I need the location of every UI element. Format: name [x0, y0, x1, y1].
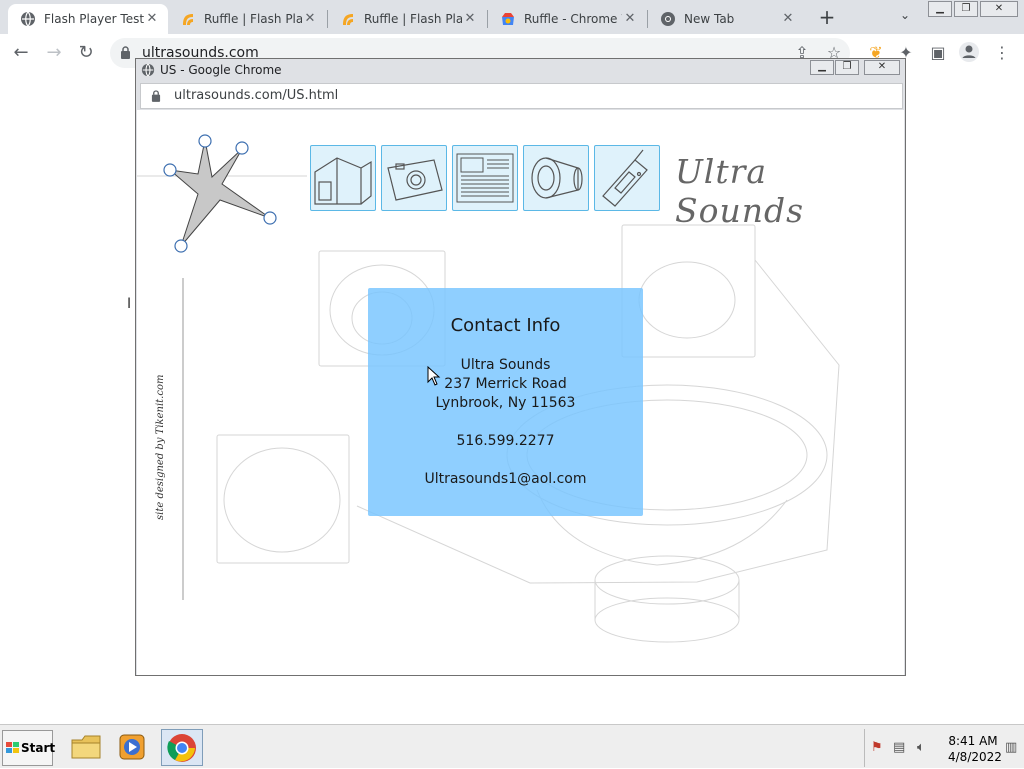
popup-title: US - Google Chrome — [160, 63, 282, 77]
ruffle-icon — [343, 14, 353, 25]
clock-time: 8:41 AM — [948, 734, 998, 748]
star-logo-icon — [163, 134, 277, 253]
taskbar-explorer-button[interactable] — [65, 729, 107, 766]
camera-icon — [387, 159, 443, 201]
brand-logo-text[interactable]: Ultra Sounds — [675, 152, 904, 230]
popup-window: US - Google Chrome ▁ ❐ ✕ ultrasounds.com… — [135, 58, 906, 676]
nav-newspaper-button[interactable] — [452, 145, 518, 211]
windows-flag-icon — [6, 742, 19, 753]
minimize-button[interactable]: ▁ — [928, 1, 952, 17]
tab-flash-player-test[interactable]: Flash Player Test ✕ — [8, 4, 168, 34]
start-button[interactable]: Start — [2, 730, 56, 766]
folder-icon — [71, 735, 101, 759]
site-credit[interactable]: site designed by Tikenit.com — [155, 375, 166, 520]
close-window-button[interactable]: ✕ — [980, 1, 1018, 17]
chrome-icon — [661, 12, 675, 26]
ruffle-icon — [183, 14, 193, 25]
mouse-pointer-icon — [427, 366, 441, 386]
popup-close-button[interactable]: ✕ — [864, 60, 900, 75]
show-desktop-icon[interactable]: ▥ — [1005, 740, 1021, 756]
newspaper-icon — [456, 153, 514, 203]
nav-house-button[interactable] — [310, 145, 376, 211]
nav-speaker-button[interactable] — [523, 145, 589, 211]
restore-button[interactable]: ❐ — [954, 1, 978, 17]
contact-heading: Contact Info — [450, 315, 561, 336]
profile-avatar-icon[interactable] — [958, 41, 980, 63]
tab-ruffle-1[interactable]: Ruffle | Flash Play ✕ — [168, 4, 326, 34]
network-icon[interactable]: ▤ — [893, 740, 909, 756]
speaker-icon — [531, 157, 583, 199]
new-tab-plus-icon[interactable]: + — [816, 7, 838, 29]
action-center-flag-icon[interactable]: ⚑ — [871, 740, 887, 756]
close-icon[interactable]: ✕ — [302, 11, 318, 27]
contact-info-panel: Contact Info Ultra Sounds 237 Merrick Ro… — [368, 288, 643, 516]
back-arrow-icon[interactable]: ← — [10, 42, 32, 64]
webstore-icon — [502, 13, 514, 25]
clock-date: 4/8/2022 — [948, 750, 1002, 764]
media-player-icon — [119, 734, 145, 760]
chrome-icon — [167, 734, 196, 762]
popup-address-bar[interactable]: ultrasounds.com/US.html — [140, 83, 903, 109]
taskbar-media-player-button[interactable] — [112, 729, 154, 766]
tab-ruffle-2[interactable]: Ruffle | Flash Play ✕ — [328, 4, 486, 34]
start-label: Start — [21, 741, 56, 755]
popup-restore-button[interactable]: ❐ — [835, 60, 859, 75]
tab-title: Ruffle | Flash Play — [364, 12, 462, 26]
chevron-down-icon[interactable]: ⌄ — [896, 8, 914, 26]
tab-new-tab[interactable]: New Tab ✕ — [648, 4, 804, 34]
contact-street: 237 Merrick Road — [444, 376, 567, 392]
close-icon[interactable]: ✕ — [622, 11, 638, 27]
side-panel-icon[interactable]: ▣ — [928, 43, 948, 63]
popup-minimize-button[interactable]: ▁ — [810, 60, 834, 75]
taskbar: Start ⚑ ▤ 🔈︎ ▥ — [0, 724, 1024, 768]
close-icon[interactable]: ✕ — [462, 11, 478, 27]
tab-ruffle-chrome[interactable]: Ruffle - Chrome W ✕ — [488, 4, 646, 34]
reload-icon[interactable]: ↻ — [75, 42, 97, 64]
house-icon — [314, 157, 372, 205]
tab-title: Ruffle | Flash Play — [204, 12, 302, 26]
tab-title: New Tab — [684, 12, 735, 26]
popup-address-text: ultrasounds.com/US.html — [174, 88, 339, 103]
close-icon[interactable]: ✕ — [780, 11, 796, 27]
nav-camera-button[interactable] — [381, 145, 447, 211]
contact-email[interactable]: Ultrasounds1@aol.com — [368, 470, 643, 489]
forward-arrow-icon[interactable]: → — [43, 42, 65, 64]
lock-icon — [121, 46, 130, 59]
cellphone-icon — [602, 149, 648, 207]
text-cursor-icon: I — [127, 296, 132, 312]
nav-cellphone-button[interactable] — [594, 145, 660, 211]
contact-name: Ultra Sounds — [460, 357, 551, 373]
volume-icon[interactable]: 🔈︎ — [917, 740, 933, 756]
site-content: Ultra Sounds site designed by Tikenit.co… — [137, 110, 904, 675]
tab-strip: Flash Player Test ✕ Ruffle | Flash Play … — [0, 0, 1024, 34]
popup-titlebar: US - Google Chrome ▁ ❐ ✕ — [136, 59, 905, 81]
tab-title: Flash Player Test — [44, 12, 144, 26]
globe-icon — [141, 63, 155, 77]
tab-title: Ruffle - Chrome W — [524, 12, 622, 26]
contact-city: Lynbrook, Ny 11563 — [435, 395, 576, 411]
contact-phone: 516.599.2277 — [456, 433, 555, 449]
lock-icon — [151, 90, 161, 102]
globe-icon — [21, 11, 35, 27]
taskbar-chrome-button[interactable] — [161, 729, 203, 766]
taskbar-clock[interactable]: 8:41 AM 4/8/2022 — [948, 733, 1002, 765]
close-icon[interactable]: ✕ — [144, 11, 160, 27]
more-menu-icon[interactable]: ⋮ — [992, 43, 1012, 63]
